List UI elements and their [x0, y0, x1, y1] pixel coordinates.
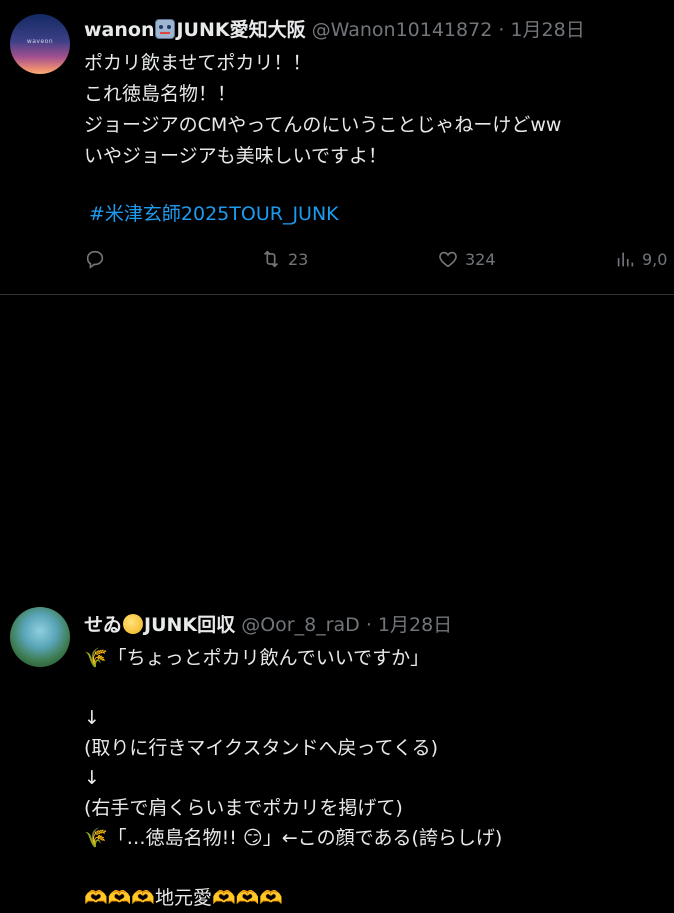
- tweet-text: 🌾「ちょっとポカリ飲んでいいですか」 ↓ (取りに行きマイクスタンドへ戻ってくる…: [84, 647, 503, 909]
- like-icon: [439, 251, 457, 268]
- views-icon: [617, 252, 634, 267]
- view-count: 9,0: [642, 249, 668, 269]
- avatar[interactable]: waveon: [10, 14, 70, 74]
- retweet-button[interactable]: 23: [260, 248, 308, 270]
- display-name[interactable]: wanon JUNK愛知大阪: [84, 19, 306, 41]
- tweet[interactable]: waveon wanon JUNK愛知大阪 @Wanon10141872 · 1月…: [0, 0, 674, 295]
- separator: ·: [498, 19, 505, 41]
- handle[interactable]: @Wanon10141872: [312, 19, 493, 41]
- tweet-header: せゐ JUNK回収 @Oor_8_raD · 1月28日: [84, 613, 452, 637]
- hashtag-link[interactable]: #米津玄師2025TOUR_JUNK: [89, 199, 339, 226]
- reply-icon: [86, 250, 104, 269]
- reply-button[interactable]: [84, 248, 106, 270]
- avatar-logo-text: waveon: [26, 38, 54, 45]
- robot-face-icon: [155, 19, 176, 39]
- like-button[interactable]: 324: [437, 248, 496, 270]
- tweet-text: ポカリ飲ませてポカリ！！ これ徳島名物！！ ジョージアのCMやってんのにいうこと…: [84, 52, 562, 167]
- tweet-header: wanon JUNK愛知大阪 @Wanon10141872 · 1月28日: [84, 18, 585, 42]
- views-button[interactable]: 9,0: [614, 248, 667, 270]
- retweet-icon: [263, 250, 279, 268]
- timestamp[interactable]: 1月28日: [510, 19, 584, 41]
- like-count: 324: [465, 249, 496, 269]
- retweet-count: 23: [288, 249, 309, 269]
- moon-face-icon: [123, 614, 144, 634]
- tweet-actions: 23 324 9,0: [84, 248, 674, 278]
- tweet[interactable]: せゐ JUNK回収 @Oor_8_raD · 1月28日 🌾「ちょっとポカリ飲んで…: [0, 295, 674, 909]
- avatar[interactable]: [10, 607, 70, 667]
